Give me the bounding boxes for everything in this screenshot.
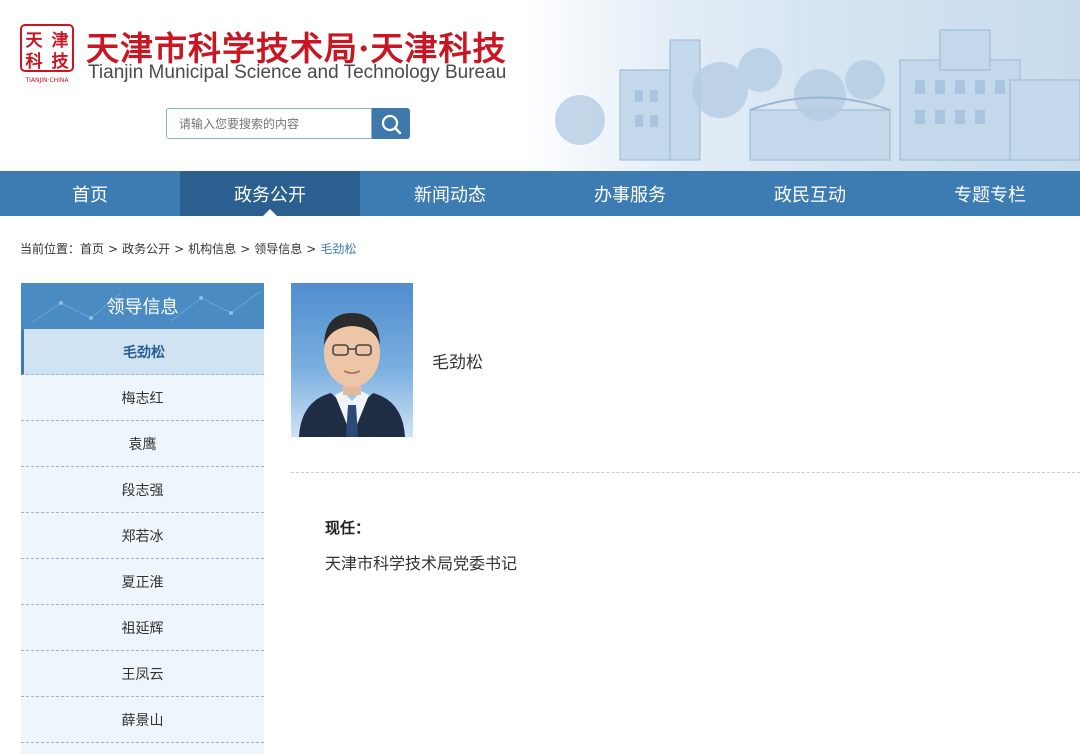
breadcrumb-home[interactable]: 首页 bbox=[80, 242, 104, 256]
sidebar-item-leader[interactable]: 袁鹰 bbox=[21, 421, 264, 467]
nav-item-topics[interactable]: 专题专栏 bbox=[900, 171, 1080, 216]
seal-char: 技 bbox=[52, 51, 70, 72]
sidebar-item-leader[interactable]: 郑若冰 bbox=[21, 513, 264, 559]
search-button[interactable] bbox=[372, 108, 410, 139]
building-illustration bbox=[555, 29, 1080, 161]
position-value: 天津市科学技术局党委书记 bbox=[325, 554, 518, 573]
breadcrumb: 当前位置：首页 > 政务公开 > 机构信息 > 领导信息 > 毛劲松 bbox=[20, 240, 356, 257]
sidebar-item-leader[interactable]: 毛劲松 bbox=[21, 329, 264, 375]
site-header: 天 津 科 技 TIANJIN·CHINA 天津市科学技术局·天津科技 Tian… bbox=[0, 0, 1080, 171]
sidebar-item-leader[interactable]: 梅志红 bbox=[21, 375, 264, 421]
position-label: 现任： bbox=[325, 519, 371, 537]
breadcrumb-separator: > bbox=[174, 242, 185, 256]
seal-char: 天 bbox=[26, 31, 44, 51]
nav-item-interaction[interactable]: 政民互动 bbox=[720, 171, 900, 216]
breadcrumb-separator: > bbox=[108, 242, 119, 256]
search-box bbox=[166, 108, 410, 139]
nav-item-services[interactable]: 办事服务 bbox=[540, 171, 720, 216]
nav-item-government-affairs[interactable]: 政务公开 bbox=[180, 171, 360, 216]
breadcrumb-org-info[interactable]: 机构信息 bbox=[188, 242, 236, 256]
sidebar-item-leader[interactable]: 段志强 bbox=[21, 467, 264, 513]
search-icon bbox=[381, 114, 402, 134]
divider bbox=[291, 472, 1080, 473]
breadcrumb-separator: > bbox=[240, 242, 251, 256]
leader-list: 毛劲松 梅志红 袁鹰 段志强 郑若冰 夏正淮 祖延辉 王凤云 薛景山 bbox=[21, 329, 264, 743]
sidebar-item-leader[interactable]: 王凤云 bbox=[21, 651, 264, 697]
main-nav: 首页 政务公开 新闻动态 办事服务 政民互动 专题专栏 bbox=[0, 171, 1080, 216]
sidebar-title-label: 领导信息 bbox=[106, 297, 179, 318]
breadcrumb-leaders[interactable]: 领导信息 bbox=[254, 242, 302, 256]
sidebar: 领导信息 毛劲松 梅志红 袁鹰 段志强 郑若冰 夏正淮 祖延辉 王凤云 薛景山 bbox=[21, 283, 264, 754]
seal-char: 津 bbox=[52, 30, 69, 51]
header-banner-image bbox=[520, 0, 1080, 171]
sidebar-item-leader[interactable]: 薛景山 bbox=[21, 697, 264, 743]
logo-seal: 天 津 科 技 TIANJIN·CHINA bbox=[20, 24, 74, 84]
breadcrumb-current: 毛劲松 bbox=[320, 242, 357, 256]
seal-char: 科 bbox=[26, 51, 43, 72]
breadcrumb-separator: > bbox=[306, 242, 317, 256]
leader-name: 毛劲松 bbox=[432, 353, 483, 373]
search-input[interactable] bbox=[166, 108, 372, 139]
sidebar-item-leader[interactable]: 祖延辉 bbox=[21, 605, 264, 651]
nav-item-news[interactable]: 新闻动态 bbox=[360, 171, 540, 216]
breadcrumb-prefix: 当前位置： bbox=[20, 242, 81, 256]
sidebar-title: 领导信息 bbox=[21, 283, 264, 329]
seal-caption: TIANJIN·CHINA bbox=[24, 77, 69, 84]
leader-photo bbox=[291, 283, 413, 437]
site-subtitle: Tianjin Municipal Science and Technology… bbox=[88, 62, 507, 83]
nav-item-home[interactable]: 首页 bbox=[0, 171, 180, 216]
breadcrumb-government-affairs[interactable]: 政务公开 bbox=[122, 242, 170, 256]
sidebar-item-leader[interactable]: 夏正淮 bbox=[21, 559, 264, 605]
